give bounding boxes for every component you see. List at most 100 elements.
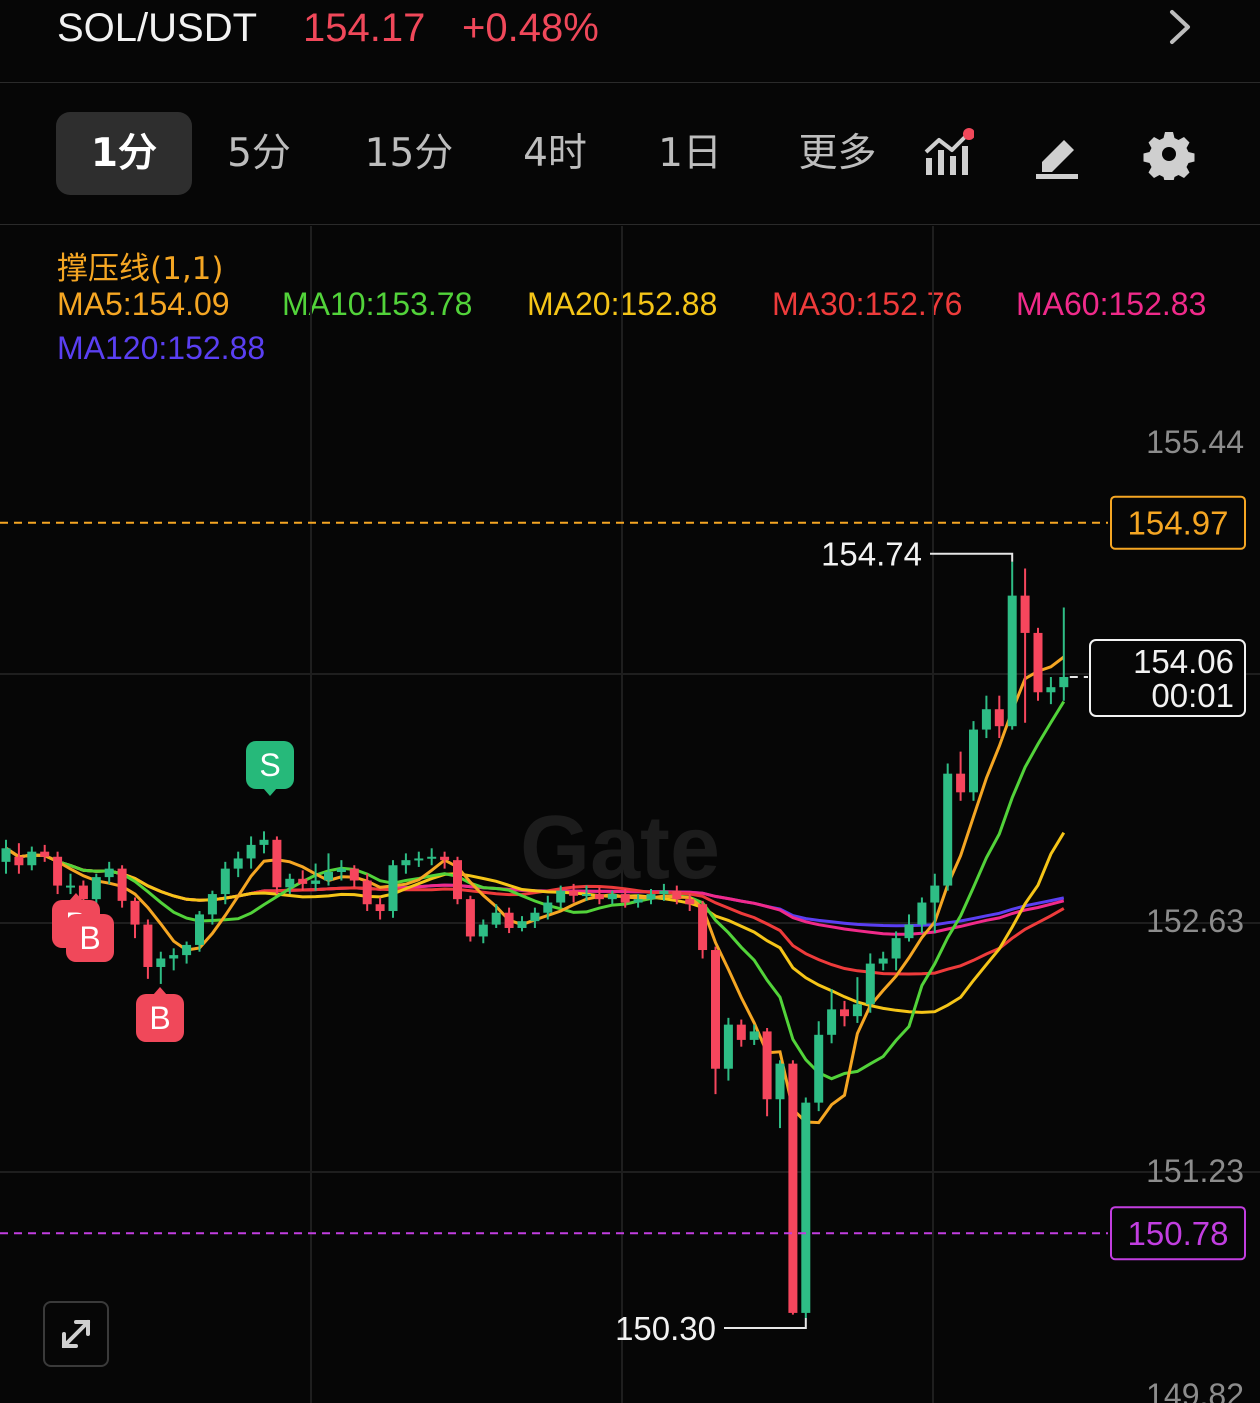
sell-marker[interactable]: S [246, 741, 294, 796]
candle-body [336, 868, 346, 873]
candle [453, 856, 462, 905]
candle-body [311, 880, 321, 884]
candle [117, 865, 127, 908]
candle-body [388, 865, 398, 912]
candle [943, 763, 953, 891]
candle-body [220, 868, 230, 895]
candle-body [104, 868, 114, 878]
candle-body [775, 1063, 785, 1100]
candle-body [272, 839, 282, 888]
candle-body [440, 856, 450, 861]
y-tick-label: 152.63 [1146, 903, 1244, 939]
candle-body [53, 856, 63, 886]
candle [246, 836, 256, 869]
candle-body [788, 1063, 798, 1313]
candle-body [285, 878, 295, 888]
candle [878, 951, 888, 971]
candle-body [491, 912, 501, 925]
ticker-header: SOL/USDT 154.17 +0.48% [0, 0, 1260, 83]
candle-body [182, 944, 192, 956]
candle [91, 873, 101, 905]
candle-body [427, 856, 437, 859]
pair-name[interactable]: SOL/USDT [57, 6, 257, 51]
support-label: 150.78 [1128, 1215, 1229, 1252]
gear-icon[interactable] [1143, 128, 1195, 180]
candle-body [78, 885, 88, 900]
candle-body [91, 877, 101, 900]
candle [711, 946, 720, 1095]
current-price-label: 154.06 [1133, 643, 1234, 680]
high-leader-line [930, 552, 1014, 562]
candle-body [1, 848, 11, 862]
candle-body [762, 1031, 772, 1100]
low-label: 150.30 [615, 1310, 716, 1347]
candle [465, 895, 475, 942]
candle [788, 1060, 798, 1315]
candle [956, 751, 966, 801]
candle-body [582, 894, 591, 897]
candle [66, 873, 75, 895]
candle-body [298, 878, 308, 884]
candle-body [401, 860, 411, 866]
candle [143, 919, 153, 979]
candle [1059, 607, 1069, 701]
candle-body [956, 773, 966, 793]
y-tick-label: 155.44 [1146, 424, 1244, 460]
candle [814, 1021, 824, 1112]
tab-15m[interactable]: 15分 [350, 112, 468, 195]
tab-more[interactable]: 更多 [780, 112, 895, 195]
candle-body [246, 844, 256, 859]
buy-marker[interactable]: B [66, 907, 114, 962]
candle-body [930, 885, 940, 903]
candle [891, 931, 901, 971]
candle-body [852, 1004, 862, 1017]
candle-body [840, 1009, 849, 1017]
candle-body [891, 938, 901, 959]
high-label: 154.74 [821, 536, 922, 573]
candle-body [633, 899, 643, 903]
candle-body [1020, 595, 1030, 633]
buy-marker[interactable]: B [136, 987, 184, 1042]
indicator-chart-icon[interactable] [922, 128, 974, 180]
candle [298, 870, 308, 891]
candle-body [156, 958, 166, 967]
candle-body [594, 894, 604, 900]
marker-text: B [79, 920, 100, 956]
candle [736, 1019, 746, 1047]
y-tick-label: 151.23 [1146, 1153, 1244, 1189]
candle-body [66, 885, 75, 888]
tab-1d[interactable]: 1日 [640, 112, 740, 195]
candle [698, 900, 708, 959]
candle-body [878, 958, 888, 964]
candle-body [207, 894, 217, 915]
candle-body [607, 894, 617, 900]
candle [1033, 627, 1043, 701]
candle [981, 695, 991, 739]
pencil-icon[interactable] [1032, 128, 1084, 180]
candle [27, 846, 37, 871]
expand-button[interactable] [43, 1301, 109, 1367]
marker-pointer [153, 987, 167, 995]
candle [156, 951, 166, 984]
candle-body [1007, 595, 1017, 727]
tab-4h[interactable]: 4时 [505, 112, 605, 195]
candle-body [169, 955, 179, 959]
candle [827, 989, 837, 1044]
candle [723, 1017, 733, 1081]
candle-body [543, 902, 553, 913]
candle [801, 1097, 811, 1318]
candle-body [685, 899, 695, 905]
tab-5m[interactable]: 5分 [205, 112, 313, 195]
candle-body [801, 1102, 811, 1313]
candle-body [969, 729, 978, 793]
expand-icon [62, 1320, 90, 1348]
candle [517, 916, 527, 932]
candle-body [711, 950, 720, 1069]
last-price: 154.17 [303, 6, 426, 50]
candlestick-chart[interactable]: 155.44 152.63 151.23 149.82 Gate 154.97 150.… [0, 226, 1260, 1403]
tab-1m[interactable]: 1分 [56, 112, 192, 195]
candle-body [453, 860, 462, 900]
candle [1, 839, 11, 874]
candle-body [620, 894, 630, 903]
chevron-right-icon[interactable] [1166, 8, 1194, 46]
